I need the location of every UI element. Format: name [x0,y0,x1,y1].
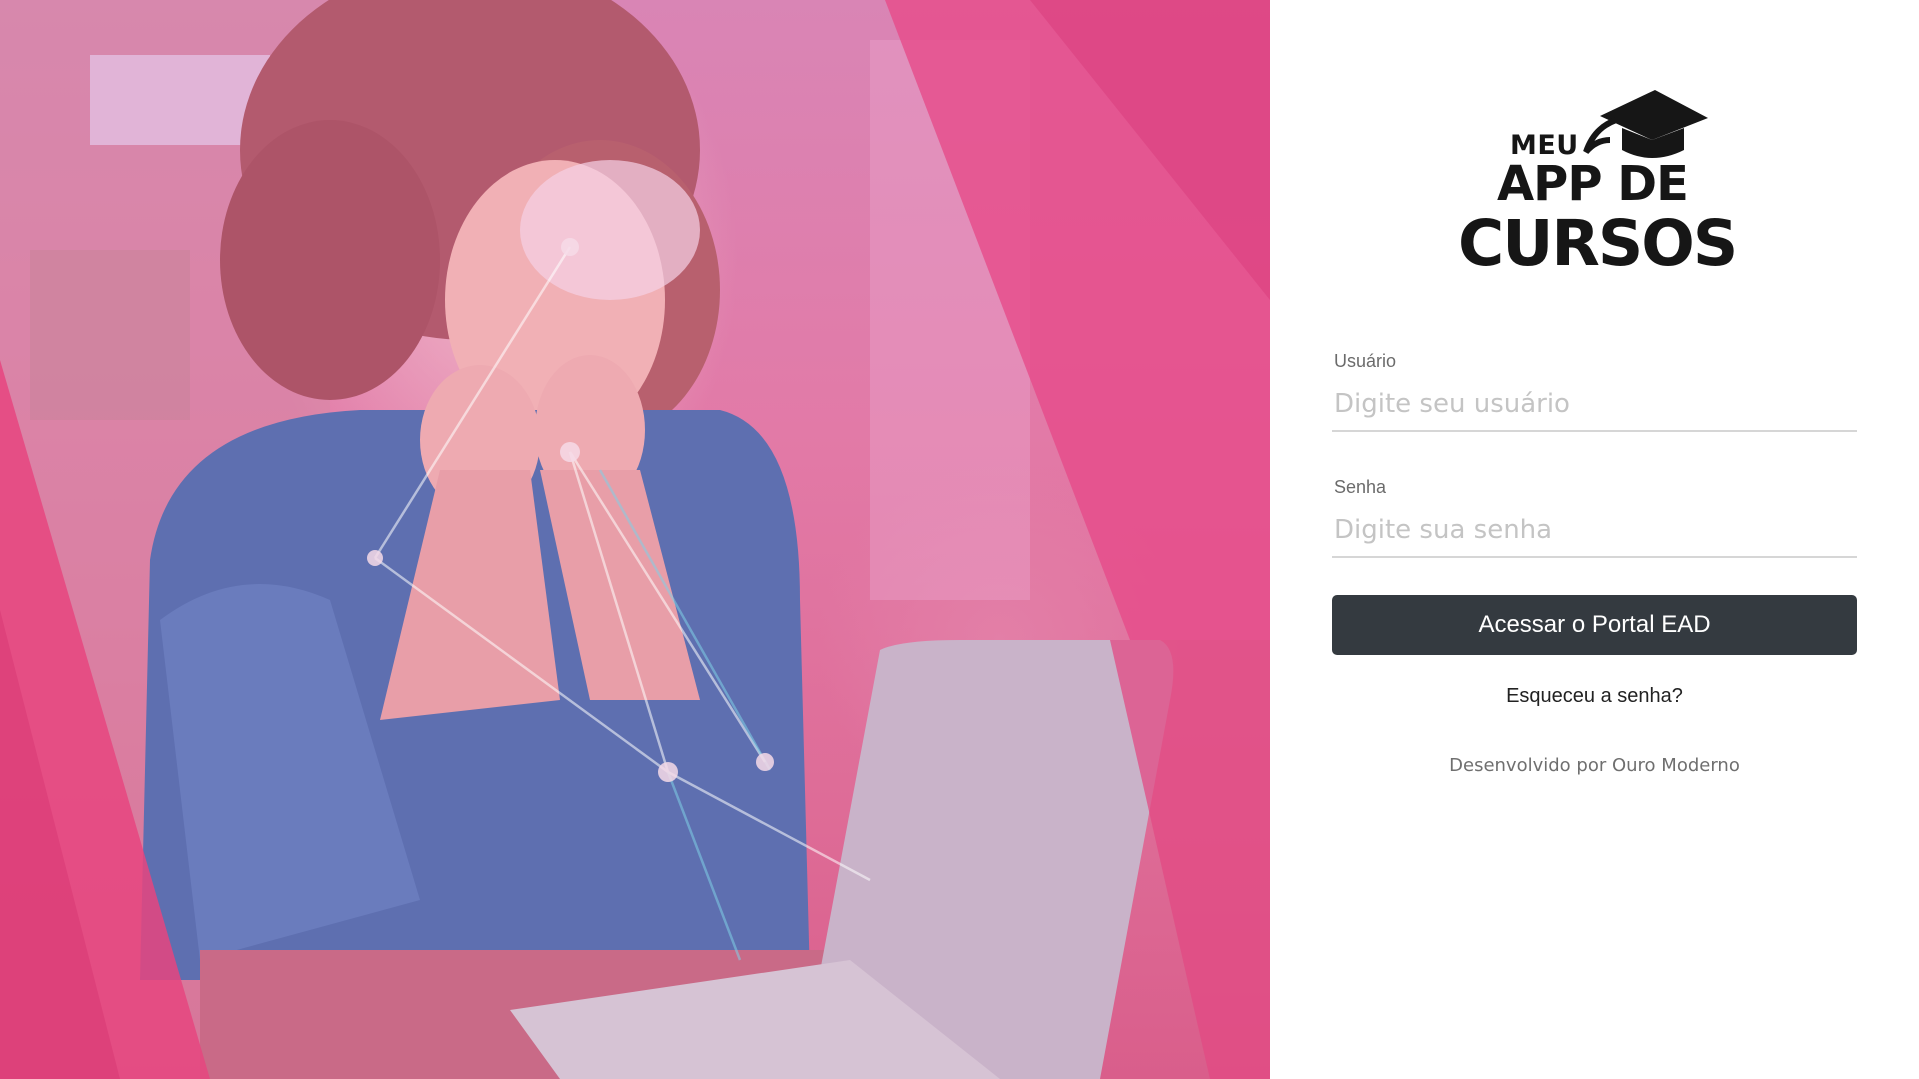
hero-image [0,0,1270,1079]
app-logo: MEU APP DE CURSOS [1455,88,1738,280]
logo-text-app-de: APP DE [1497,156,1689,212]
access-portal-button[interactable]: Acessar o Portal EAD [1332,595,1857,655]
hero-illustration [0,0,1270,1079]
graduation-cap-icon [1583,90,1708,158]
logo-text-cursos: CURSOS [1458,207,1738,280]
password-input[interactable] [1332,504,1857,558]
password-label: Senha [1334,477,1387,497]
developer-credit: Desenvolvido por Ouro Moderno [1449,755,1740,776]
username-input[interactable] [1332,378,1857,432]
username-label: Usuário [1334,351,1397,371]
forgot-password-link[interactable]: Esqueceu a senha? [1332,685,1857,708]
